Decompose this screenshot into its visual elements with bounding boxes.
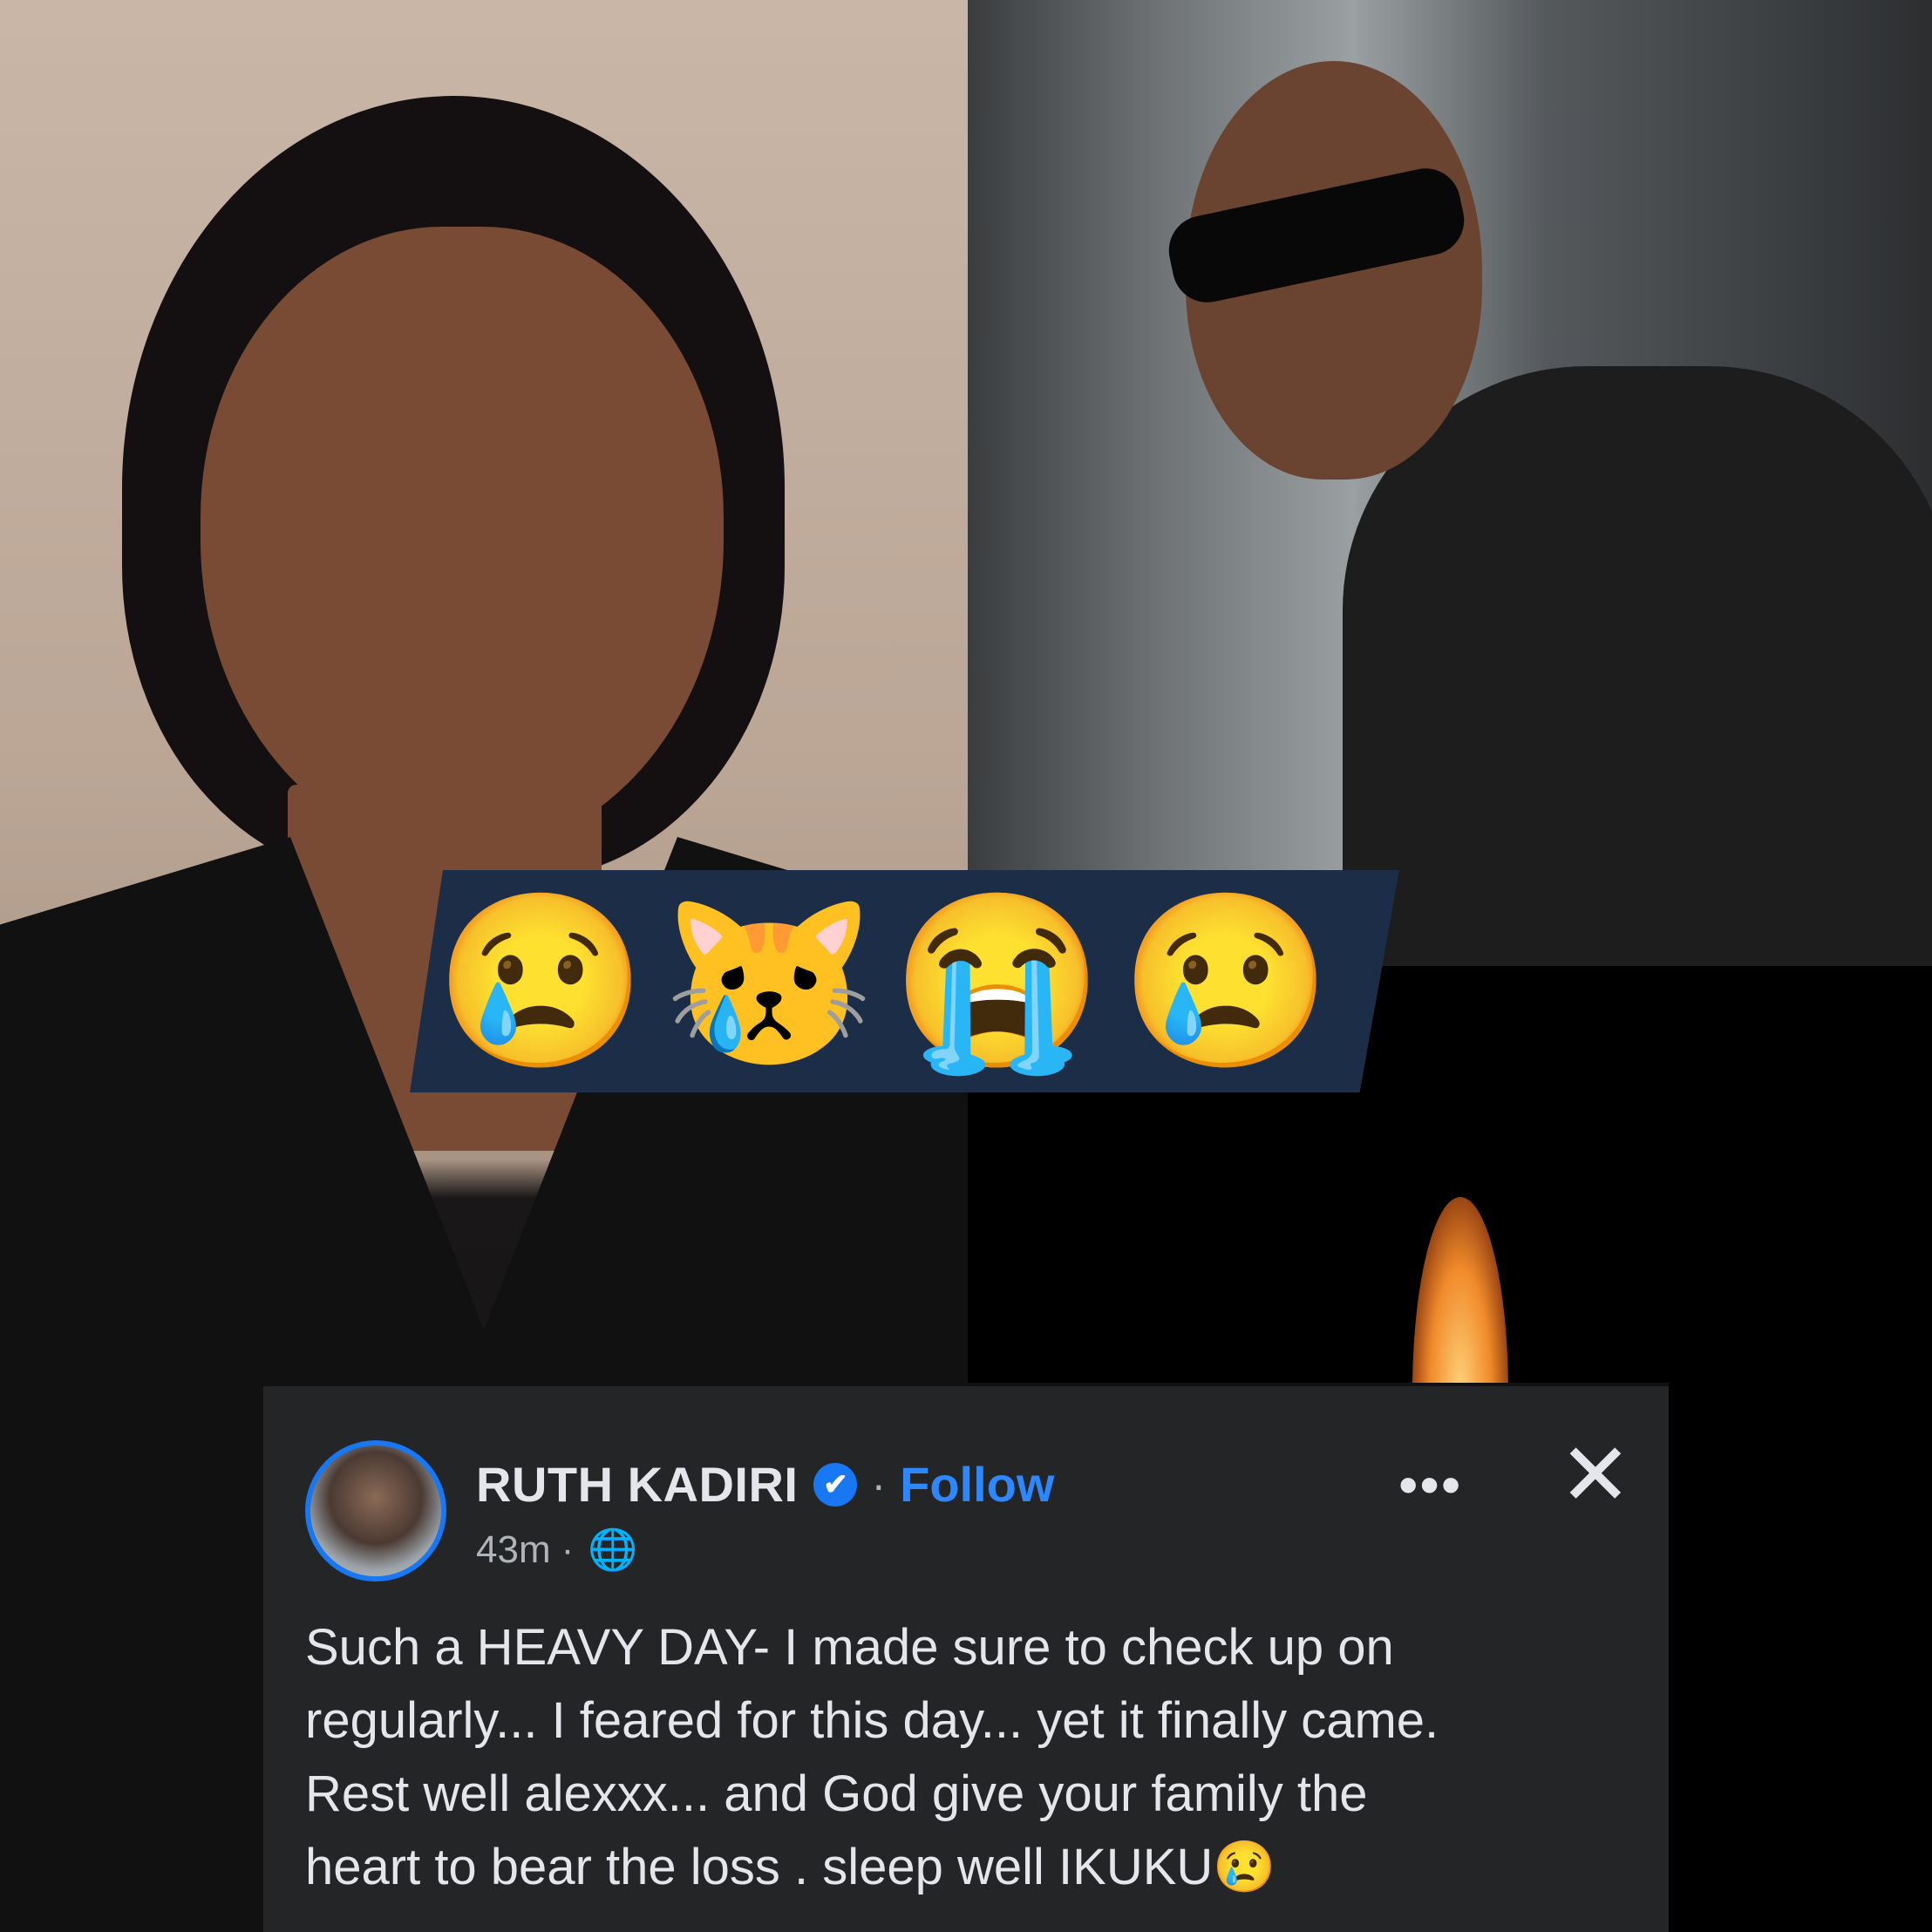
more-options-icon[interactable]: ••• [1398,1452,1462,1517]
author-avatar[interactable] [305,1440,446,1582]
crying-face-emoji: 😢 [433,885,648,1077]
post-text-line: regularly... I feared for this day... ye… [305,1692,1439,1749]
close-icon[interactable]: ✕ [1559,1432,1632,1519]
author-name[interactable]: RUTH KADIRI [476,1456,798,1513]
author-row: RUTH KADIRI ✔ · Follow [476,1456,1054,1513]
post-meta: 43m · 🌐 [476,1526,638,1574]
leather-jacket-shape [1343,366,1932,966]
verified-badge-icon: ✔ [813,1462,858,1507]
face-shape [201,227,724,854]
loudly-crying-face-emoji: 😭 [890,885,1105,1077]
follow-button[interactable]: Follow [900,1456,1054,1513]
man-portrait-photo [968,0,1932,966]
globe-icon: 🌐 [588,1527,638,1572]
crying-cat-emoji: 😿 [662,885,876,1077]
post-text-line: heart to bear the loss . sleep well IKUK… [305,1839,1276,1895]
post-text-line: Such a HEAVY DAY- I made sure to check u… [305,1619,1394,1676]
post-text: Such a HEAVY DAY- I made sure to check u… [305,1611,1648,1904]
crying-face-emoji: 😢 [1119,885,1333,1077]
post-timestamp[interactable]: 43m [476,1528,551,1572]
meta-separator-dot: · [561,1527,575,1571]
post-text-line: Rest well alexxx... and God give your fa… [305,1765,1368,1822]
emoji-banner: 😢 😿 😭 😢 [410,870,1399,1092]
separator-dot: · [871,1459,887,1509]
post-card: RUTH KADIRI ✔ · Follow 43m · 🌐 ••• ✕ Suc… [263,1383,1669,1932]
